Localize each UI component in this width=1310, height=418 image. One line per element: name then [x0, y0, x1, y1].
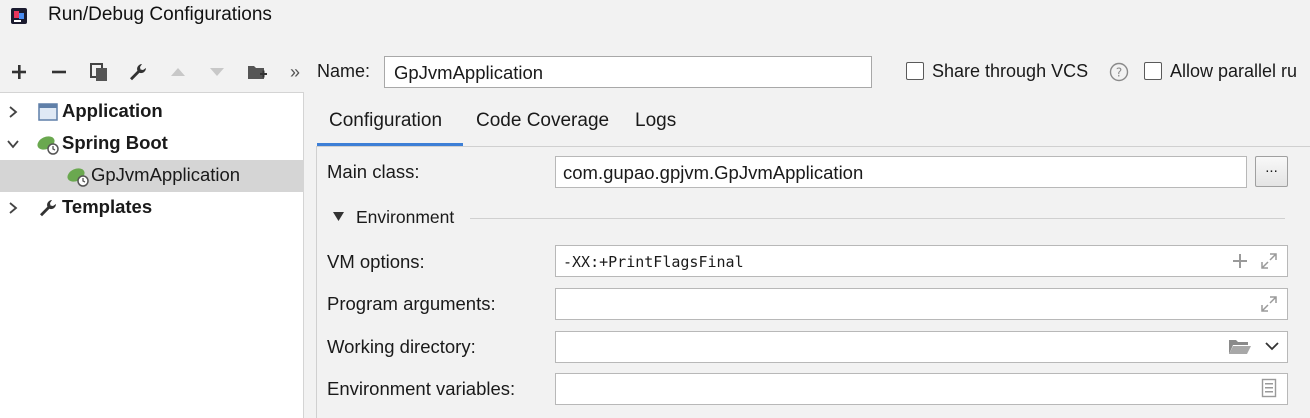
- move-down-button[interactable]: [204, 58, 230, 86]
- folder-open-icon[interactable]: [1228, 338, 1252, 356]
- tree-item-templates[interactable]: Templates: [0, 192, 304, 224]
- tree-item-gpjvmapplication[interactable]: GpJvmApplication: [0, 160, 304, 192]
- tab-logs[interactable]: Logs: [635, 110, 676, 132]
- application-icon: [38, 103, 58, 121]
- name-label: Name:: [317, 61, 371, 81]
- new-folder-button[interactable]: [244, 58, 270, 86]
- tree-item-application[interactable]: Application: [0, 96, 304, 128]
- vm-options-label: VM options:: [327, 251, 425, 272]
- tab-configuration[interactable]: Configuration: [329, 110, 442, 132]
- window-title: Run/Debug Configurations: [48, 4, 272, 25]
- environment-variables-input[interactable]: [555, 373, 1288, 405]
- more-toolbar-button[interactable]: »: [282, 58, 308, 86]
- main-class-label: Main class:: [327, 161, 420, 182]
- chevron-down-icon[interactable]: [6, 137, 20, 151]
- tree-item-label: GpJvmApplication: [91, 164, 241, 185]
- tree-item-label: Application: [62, 100, 163, 121]
- move-up-button[interactable]: [165, 58, 191, 86]
- working-directory-input[interactable]: [555, 331, 1288, 363]
- chevron-right-icon[interactable]: [6, 105, 20, 119]
- allow-parallel-checkbox[interactable]: [1144, 62, 1162, 80]
- title-bar: Run/Debug Configurations: [0, 0, 1310, 34]
- expand-icon[interactable]: [1261, 296, 1277, 312]
- remove-button[interactable]: [46, 58, 72, 86]
- tree-item-label: Spring Boot: [62, 132, 168, 153]
- configuration-tree: Application Spring Boot GpJvmApplication…: [0, 92, 304, 418]
- main-class-input[interactable]: com.gupao.gpjvm.GpJvmApplication: [555, 156, 1247, 188]
- program-arguments-label: Program arguments:: [327, 293, 496, 314]
- tab-code-coverage[interactable]: Code Coverage: [476, 110, 609, 132]
- triangle-down-icon[interactable]: [332, 211, 345, 222]
- working-directory-label: Working directory:: [327, 336, 476, 357]
- plus-icon: [12, 65, 26, 79]
- browse-main-class-button[interactable]: ...: [1255, 156, 1288, 187]
- chevron-right-icon[interactable]: [6, 201, 20, 215]
- share-vcs-label: Share through VCS: [932, 61, 1089, 81]
- allow-parallel-label: Allow parallel ru: [1170, 61, 1298, 81]
- wrench-icon: [130, 64, 147, 81]
- plus-icon[interactable]: [1232, 253, 1248, 269]
- edit-defaults-button[interactable]: [125, 58, 151, 86]
- svg-text:?: ?: [1116, 66, 1122, 80]
- wrench-icon: [40, 200, 57, 217]
- tree-item-spring-boot[interactable]: Spring Boot: [0, 128, 304, 160]
- arrow-up-icon: [171, 68, 185, 76]
- folder-add-icon: [248, 66, 267, 79]
- help-icon[interactable]: ?: [1109, 62, 1129, 82]
- double-chevron-icon: »: [289, 61, 300, 82]
- tree-item-label: Templates: [62, 196, 153, 217]
- section-divider: [470, 218, 1285, 219]
- spring-boot-icon: [37, 136, 59, 155]
- copy-button[interactable]: [86, 58, 112, 86]
- program-arguments-input[interactable]: [555, 288, 1288, 320]
- environment-section-label[interactable]: Environment: [356, 207, 454, 228]
- name-input[interactable]: GpJvmApplication: [384, 56, 872, 88]
- minus-icon: [52, 70, 66, 74]
- intellij-app-icon: [11, 8, 27, 24]
- copy-icon: [90, 63, 107, 81]
- environment-variables-label: Environment variables:: [327, 378, 516, 399]
- expand-icon[interactable]: [1261, 253, 1277, 269]
- chevron-down-icon[interactable]: [1264, 339, 1280, 353]
- document-icon[interactable]: [1261, 378, 1277, 398]
- spring-boot-icon: [67, 168, 89, 187]
- arrow-down-icon: [210, 68, 224, 76]
- add-button[interactable]: [6, 58, 32, 86]
- vm-options-input[interactable]: -XX:+PrintFlagsFinal: [555, 245, 1288, 277]
- share-vcs-checkbox[interactable]: [906, 62, 924, 80]
